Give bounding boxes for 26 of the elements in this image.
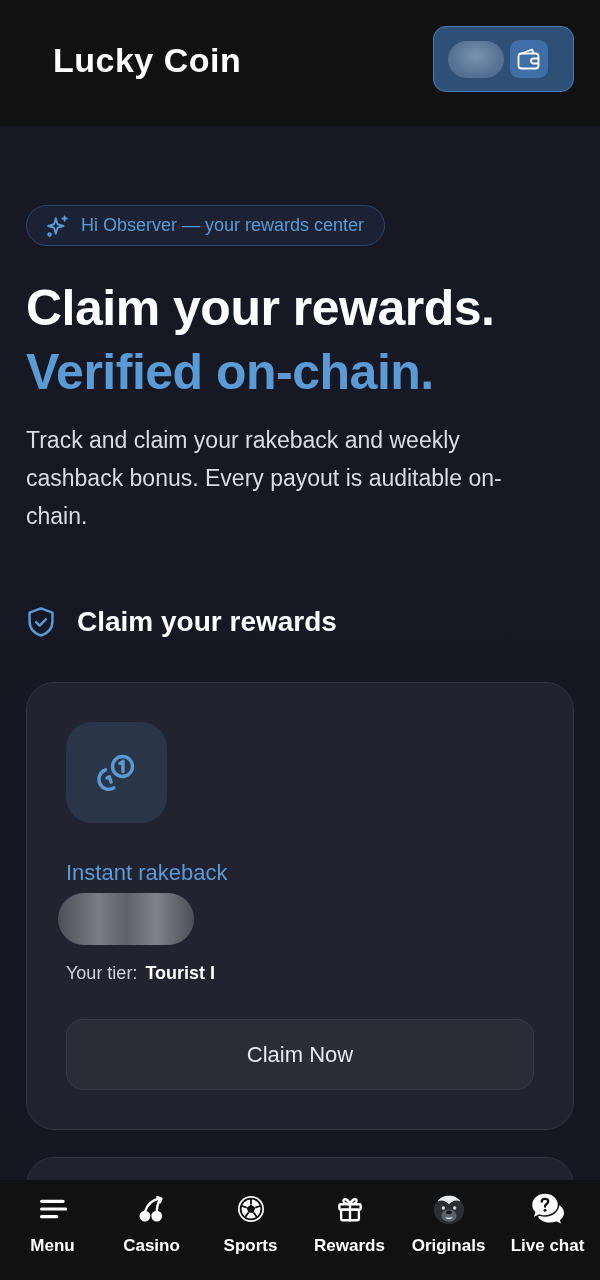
blurred-balance [448, 40, 504, 78]
shield-check-icon [28, 607, 54, 637]
chat-help-icon [529, 1192, 566, 1226]
reward-title: Instant rakeback [66, 859, 228, 887]
page-title: Claim your rewards. [26, 279, 495, 338]
tier-label: Your tier: [66, 962, 138, 985]
nav-item[interactable]: Sports [201, 1180, 300, 1280]
nav-item[interactable]: Rewards [300, 1180, 399, 1280]
cherries-icon [137, 1196, 166, 1222]
nav-item[interactable]: Casino [102, 1180, 201, 1280]
sparkle-icon [47, 214, 69, 237]
nav-item[interactable]: Menu [3, 1180, 102, 1280]
page-subtitle: Verified on-chain. [26, 343, 434, 402]
logo[interactable]: Lucky Coin [53, 40, 242, 80]
soccer-ball-icon [236, 1196, 265, 1222]
gift-icon [335, 1196, 364, 1222]
wallet-icon [510, 40, 548, 78]
claim-button[interactable]: Claim Now [66, 1019, 534, 1090]
section-title: Claim your rewards [77, 606, 337, 638]
greeting-text: Hi Observer — your rewards center [81, 215, 365, 236]
wallet-button[interactable] [433, 26, 574, 92]
nav-item[interactable]: Live chat [498, 1180, 597, 1280]
coins-icon [66, 722, 167, 823]
nav-item[interactable]: Originals [399, 1180, 498, 1280]
tier-value: Tourist I [145, 962, 216, 985]
description-text: Track and claim your rakeback and weekly cashback bonus. Every payout is auditable on-chain. [26, 426, 503, 531]
